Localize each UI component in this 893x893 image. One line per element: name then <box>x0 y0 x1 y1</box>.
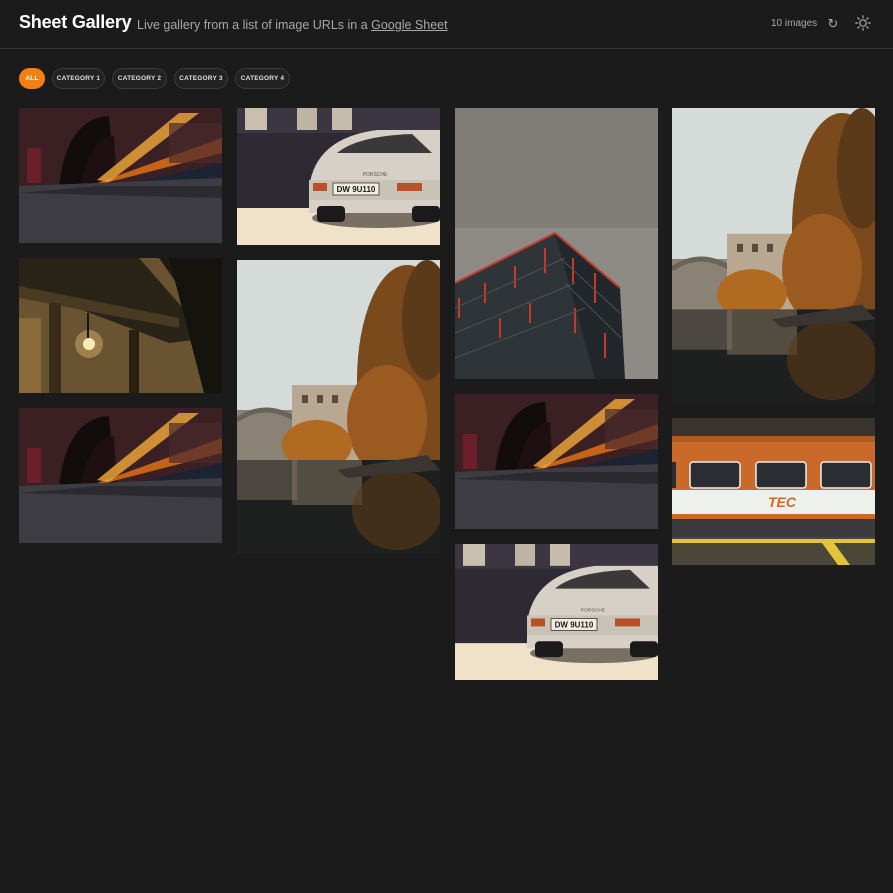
category-chip-2[interactable]: CATEGORY 2 <box>112 68 167 89</box>
license-plate: DW 9U110 <box>555 620 594 629</box>
subtitle-text: Live gallery from a list of image URLs i… <box>137 18 372 32</box>
app-header: Sheet Gallery Live gallery from a list o… <box>0 0 893 49</box>
porsche-image: DW 9U110 PORSCHE <box>455 544 658 680</box>
gallery-image[interactable] <box>672 108 875 404</box>
license-plate: DW 9U110 <box>337 185 376 194</box>
page-subtitle: Live gallery from a list of image URLs i… <box>137 18 448 32</box>
category-chip-1[interactable]: CATEGORY 1 <box>52 68 105 89</box>
category-chip-all[interactable]: ALL <box>19 68 45 89</box>
image-count: 10 images <box>771 18 818 29</box>
porsche-image: DW 9U110 PORSCHE <box>237 108 440 245</box>
train-station-image <box>19 408 222 543</box>
building-lamp-image <box>19 258 222 393</box>
red-building-image <box>455 108 658 379</box>
gallery-image[interactable] <box>237 260 440 554</box>
google-sheet-link[interactable]: Google Sheet <box>371 18 447 32</box>
refresh-icon[interactable]: ↻ <box>826 16 840 32</box>
train-station-image <box>19 108 222 243</box>
train-logo: TEC <box>768 494 797 510</box>
autumn-river-image <box>237 260 440 554</box>
gallery-image[interactable]: DW 9U110 PORSCHE <box>237 108 440 245</box>
gallery-image[interactable] <box>19 108 222 243</box>
page-title: Sheet Gallery <box>19 12 132 32</box>
gallery-image[interactable] <box>19 408 222 543</box>
gallery-image[interactable] <box>19 258 222 393</box>
gallery-image[interactable]: DW 9U110 PORSCHE <box>455 544 658 680</box>
porsche-badge: PORSCHE <box>581 608 606 614</box>
category-chip-4[interactable]: CATEGORY 4 <box>235 68 290 89</box>
gallery-image[interactable] <box>455 394 658 529</box>
gallery-image[interactable]: TEC <box>672 418 875 565</box>
gallery-image[interactable] <box>455 108 658 379</box>
train-station-image <box>455 394 658 529</box>
category-chip-3[interactable]: CATEGORY 3 <box>174 68 228 89</box>
porsche-badge: PORSCHE <box>363 172 388 178</box>
sun-icon[interactable] <box>855 15 871 31</box>
orange-train-image: TEC <box>672 418 875 565</box>
autumn-river-image <box>672 108 875 404</box>
